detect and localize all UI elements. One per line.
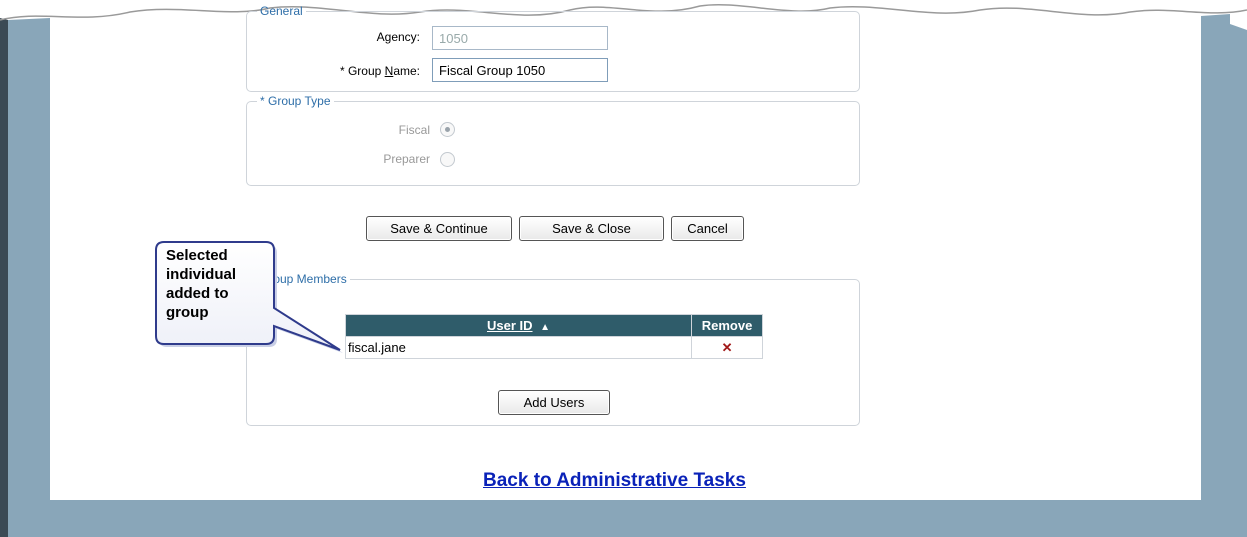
group-type-fieldset: * Group Type [246,94,860,186]
group-name-label: * Group Name: [290,64,420,78]
cancel-button[interactable]: Cancel [671,216,744,241]
agency-label: Agency: [376,30,420,44]
preparer-radio-label: Preparer [383,152,430,166]
group-name-label-prefix: * Group [339,64,385,78]
group-name-label-suffix: ame: [393,64,420,78]
back-to-admin-tasks-link[interactable]: Back to Administrative Tasks [483,470,746,492]
save-close-button[interactable]: Save & Close [519,216,664,241]
general-legend: General [260,4,303,18]
sort-ascending-icon: ▲ [540,322,551,333]
remove-header: Remove [691,314,763,337]
add-users-button[interactable]: Add Users [498,390,610,415]
callout-text: Selected individual added to group [166,247,237,321]
preparer-radio[interactable] [440,152,455,167]
agency-field [432,26,608,50]
remove-icon[interactable]: ✕ [691,336,763,359]
group-name-label-accesskey: N [384,64,394,78]
group-type-legend: * Group Type [260,94,331,108]
fiscal-radio-label: Fiscal [398,123,430,137]
fiscal-radio[interactable] [440,122,455,137]
group-name-field[interactable] [432,58,608,82]
